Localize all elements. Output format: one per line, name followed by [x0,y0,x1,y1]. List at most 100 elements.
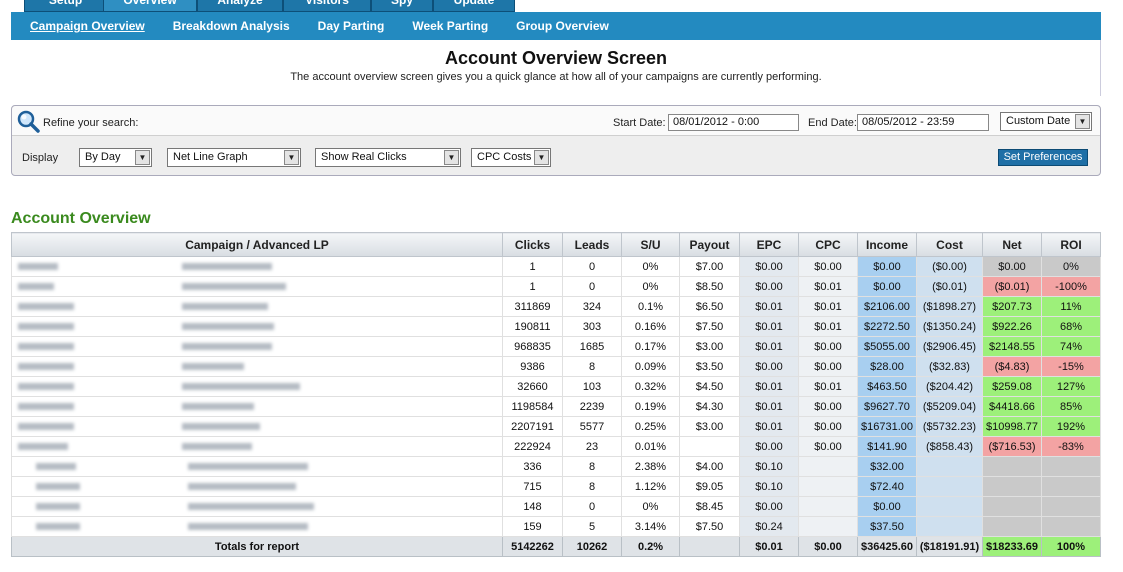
cell-income: $32.00 [857,456,917,477]
cell-su: 0.16% [621,316,680,337]
cell-epc: $0.01 [739,396,799,417]
start-date-label: Start Date: [613,117,666,129]
cell-clicks: 32660 [502,376,563,397]
search-icon [17,110,40,133]
header-epc[interactable]: EPC [739,232,799,257]
cell-cost: ($2906.45) [916,336,983,357]
campaign-cell[interactable] [11,516,503,537]
tab-update[interactable]: Update [433,0,515,12]
table-row[interactable]: 32660 103 0.32% $4.50 $0.01 $0.01 $463.50 ($204… [11,376,1101,397]
campaign-cell[interactable] [11,436,503,457]
table-row[interactable]: 9386 8 0.09% $3.50 $0.00 $0.00 $28.00 ($32.83)(… [11,356,1101,377]
tab-setup[interactable]: Setup [24,0,107,12]
cell-income: $5055.00 [857,336,917,357]
table-row[interactable]: 1 0 0% $8.50 $0.00 $0.01 $0.00 ($0.01) ($0.01) -1… [11,276,1101,297]
cell-roi: 192% [1041,416,1101,437]
campaign-cell[interactable] [11,316,503,337]
cell-cpc: $0.01 [798,276,858,297]
redacted-campaign-name [18,323,74,331]
cell-income: $141.90 [857,436,917,457]
page-subtitle: The account overview screen gives you a … [290,71,822,83]
campaign-cell[interactable] [11,296,503,317]
period-select[interactable]: By Day ▼ [79,148,152,167]
cell-net: ($0.01) [982,276,1042,297]
cell-cpc [798,496,858,517]
account-overview-table: Campaign / Advanced LP Clicks Leads S/U … [11,232,1101,557]
campaign-cell[interactable] [11,356,503,377]
table-row[interactable]: 1198584 2239 0.19% $4.30 $0.01 $0.00 $9627.70(… [11,396,1101,417]
tab-overview[interactable]: Overview [103,0,197,12]
table-row[interactable]: 222924 23 0.01% $0.00 $0.00 $141.90 ($858.43)(… [11,436,1101,457]
table-row[interactable]: 336 8 2.38% $4.00 $0.10 $32.00 [11,456,1101,477]
campaign-cell[interactable] [11,476,503,497]
table-row[interactable]: 190811 303 0.16% $7.50 $0.01 $0.01 $2272.50 ($1… [11,316,1101,337]
cell-epc: $0.00 [739,276,799,297]
tab-analyze[interactable]: Analyze [197,0,283,12]
end-date-input[interactable]: 08/05/2012 - 23:59 [857,114,989,131]
campaign-cell[interactable] [11,416,503,437]
table-row[interactable]: 2207191 5577 0.25% $3.00 $0.01 $0.00 $16731.00… [11,416,1101,437]
campaign-cell[interactable] [11,496,503,517]
cell-leads: 103 [562,376,622,397]
subnav-group-overview[interactable]: Group Overview [497,19,609,33]
totals-roi: 100% [1041,536,1101,557]
date-range-select[interactable]: Custom Date ▼ [1000,112,1092,131]
subnav-campaign-overview[interactable]: Campaign Overview [11,19,145,33]
cell-leads: 5577 [562,416,622,437]
cell-roi [1041,476,1101,497]
table-row[interactable]: 715 8 1.12% $9.05 $0.10 $72.40 [11,476,1101,497]
header-campaign[interactable]: Campaign / Advanced LP [11,232,503,257]
campaign-cell[interactable] [11,376,503,397]
date-range-value: Custom Date [1006,115,1071,127]
cell-payout: $3.00 [679,336,740,357]
cell-payout: $8.50 [679,276,740,297]
header-payout[interactable]: Payout [679,232,740,257]
table-row[interactable]: 311869 324 0.1% $6.50 $0.01 $0.01 $2106.00 ($18… [11,296,1101,317]
header-net[interactable]: Net [982,232,1042,257]
totals-payout [679,536,740,557]
cell-su: 0.01% [621,436,680,457]
campaign-cell[interactable] [11,276,503,297]
campaign-cell[interactable] [11,256,503,277]
cell-cpc: $0.00 [798,256,858,277]
table-body: 1 0 0% $7.00 $0.00 $0.00 $0.00 ($0.00) $0.00 0% 1 0… [11,256,1101,537]
subnav-breakdown-analysis[interactable]: Breakdown Analysis [154,19,290,33]
cell-cost: ($1350.24) [916,316,983,337]
header-roi[interactable]: ROI [1041,232,1101,257]
header-su[interactable]: S/U [621,232,680,257]
table-row[interactable]: 968835 1685 0.17% $3.00 $0.01 $0.00 $5055.00 ($… [11,336,1101,357]
redacted-campaign-name [18,383,74,391]
tab-visitors[interactable]: Visitors [283,0,371,12]
campaign-cell[interactable] [11,396,503,417]
header-cpc[interactable]: CPC [798,232,858,257]
cost-mode-select[interactable]: CPC Costs ▼ [471,148,551,167]
table-row[interactable]: 159 5 3.14% $7.50 $0.24 $37.50 [11,516,1101,537]
cell-roi [1041,496,1101,517]
cell-net: $259.08 [982,376,1042,397]
redacted-campaign-name [18,343,74,351]
cell-clicks: 2207191 [502,416,563,437]
cell-cost: ($5732.23) [916,416,983,437]
table-row[interactable]: 1 0 0% $7.00 $0.00 $0.00 $0.00 ($0.00) $0.00 0% [11,256,1101,277]
totals-cost: ($18191.91) [916,536,983,557]
table-row[interactable]: 148 0 0% $8.45 $0.00 $0.00 [11,496,1101,517]
header-clicks[interactable]: Clicks [502,232,563,257]
start-date-input[interactable]: 08/01/2012 - 0:00 [668,114,799,131]
header-cost[interactable]: Cost [916,232,983,257]
refine-search-label: Refine your search: [43,117,139,129]
header-income[interactable]: Income [857,232,917,257]
header-leads[interactable]: Leads [562,232,622,257]
cell-su: 0.32% [621,376,680,397]
redacted-campaign-name [18,423,74,431]
cell-su: 0.09% [621,356,680,377]
campaign-cell[interactable] [11,456,503,477]
tab-spy[interactable]: Spy [371,0,433,12]
clicks-mode-select[interactable]: Show Real Clicks ▼ [315,148,461,167]
campaign-cell[interactable] [11,336,503,357]
set-preferences-button[interactable]: Set Preferences [998,149,1088,166]
cell-cpc: $0.00 [798,336,858,357]
cell-su: 3.14% [621,516,680,537]
subnav-week-parting[interactable]: Week Parting [393,19,488,33]
subnav-day-parting[interactable]: Day Parting [299,19,385,33]
graph-type-select[interactable]: Net Line Graph ▼ [167,148,301,167]
